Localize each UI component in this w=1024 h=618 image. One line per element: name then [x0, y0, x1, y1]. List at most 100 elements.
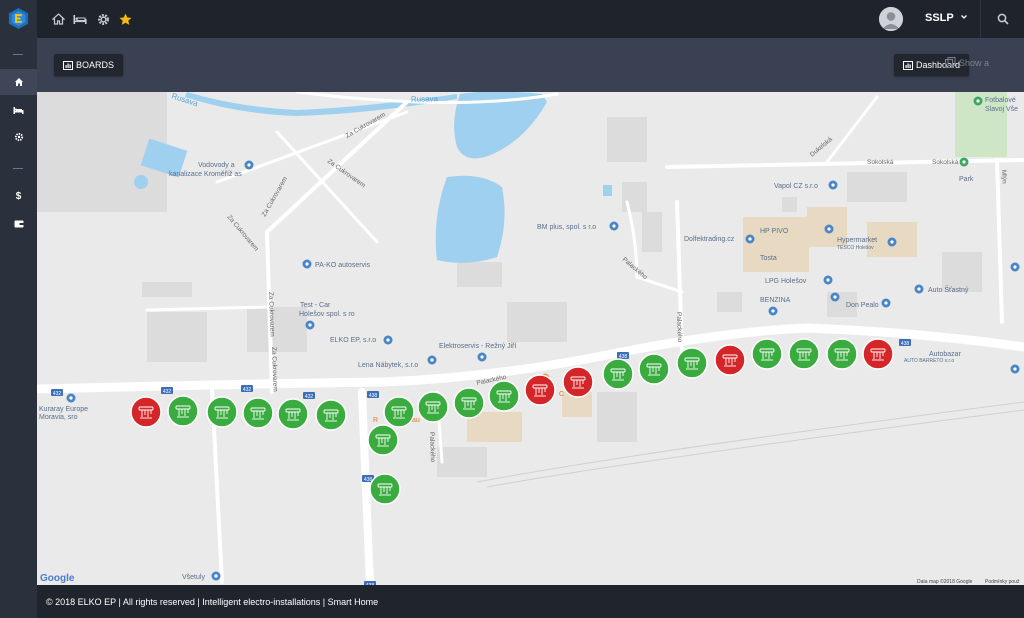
map-label-hypermarket: Hypermarket	[837, 237, 877, 244]
board-marker-fault[interactable]	[130, 396, 162, 428]
bed-icon	[73, 14, 87, 24]
road-shield: 438	[899, 339, 911, 347]
board-marker-ok[interactable]	[277, 398, 309, 430]
board-marker-ok[interactable]	[638, 353, 670, 385]
top-bar: SSLP	[37, 0, 1024, 38]
top-home-button[interactable]	[50, 11, 66, 27]
board-marker-ok[interactable]	[206, 396, 238, 428]
map-pin-icon	[830, 292, 840, 302]
map-label-palackeho4: Palackého	[428, 432, 436, 463]
board-marker-ok[interactable]	[315, 399, 347, 431]
map-label-tesco: TESCO Holešov	[837, 245, 874, 251]
map-label-lpg: LPG Holešov	[765, 278, 807, 285]
map-pin-icon	[824, 224, 834, 234]
dollar-icon: $	[15, 190, 22, 202]
board-marker-fault[interactable]	[562, 366, 594, 398]
top-rooms-button[interactable]	[72, 11, 88, 27]
map-label-google: Google	[40, 573, 75, 584]
map-label-za_cukrovarem4: Za Cukrovarem	[261, 176, 289, 218]
map-pin-icon	[1010, 262, 1020, 272]
board-marker-ok[interactable]	[367, 424, 399, 456]
show-all-toggle[interactable]: Show a	[945, 57, 989, 68]
map-label-sokolska: Sokolská	[867, 159, 894, 166]
top-settings-button[interactable]	[95, 11, 111, 27]
map-pin-icon	[914, 284, 924, 294]
board-marker-ok[interactable]	[488, 380, 520, 412]
map-label-vodovody1: Vodovody a	[198, 162, 235, 169]
map-label-za_cukrovarem3: Za Cukrovarem	[225, 214, 259, 253]
star-icon	[119, 13, 131, 25]
sidebar: $	[0, 0, 37, 618]
avatar[interactable]	[879, 7, 903, 31]
map-pin-icon	[427, 355, 437, 365]
user-name[interactable]: SSLP	[925, 12, 954, 24]
board-marker-ok[interactable]	[242, 397, 274, 429]
sidebar-item-home[interactable]	[0, 69, 37, 95]
map-pin-icon	[887, 237, 897, 247]
footer-text: © 2018 ELKO EP | All rights reserved | I…	[46, 596, 379, 607]
map-pin-icon	[302, 259, 312, 269]
app-logo[interactable]	[7, 7, 30, 30]
map-label-pako: PA-KO autoservis	[315, 262, 371, 269]
board-marker-ok[interactable]	[369, 473, 401, 505]
board-marker-ok[interactable]	[751, 338, 783, 370]
board-marker-ok[interactable]	[788, 338, 820, 370]
gear-icon	[14, 132, 23, 142]
search-icon	[997, 13, 1009, 25]
top-favorites-button[interactable]	[117, 11, 133, 27]
map-label-auto_barreto: AUTO BARRETO s.r.o	[904, 358, 954, 364]
board-marker-ok[interactable]	[676, 347, 708, 379]
map-label-benzina: BENZINA	[760, 297, 791, 304]
gear-icon	[97, 13, 109, 25]
board-marker-fault[interactable]	[714, 344, 746, 376]
board-marker-ok[interactable]	[453, 387, 485, 419]
map-label-kuraray2: Moravia, sro	[39, 414, 78, 421]
board-marker-ok[interactable]	[383, 396, 415, 428]
map-pin-icon	[1010, 364, 1020, 374]
toolbar	[37, 38, 1024, 92]
map-label-hp_pivo: HP PIVO	[760, 228, 789, 235]
sidebar-item-rooms[interactable]	[0, 97, 37, 123]
map-pin-icon	[244, 160, 254, 170]
map-label-lena: Lena Nábytek, s.r.o	[358, 362, 418, 369]
road-shield: 432	[51, 389, 63, 397]
road-shield: 438	[367, 391, 379, 399]
home-icon	[51, 13, 65, 25]
board-marker-fault[interactable]	[524, 374, 556, 406]
map-label-fotbalove: Fotbalové	[985, 97, 1016, 104]
map-label-kuraray1: Kuraray Europe	[39, 406, 88, 413]
wallet-icon	[14, 220, 23, 228]
board-marker-ok[interactable]	[417, 391, 449, 423]
map-pin-icon	[828, 180, 838, 190]
map-label-park: Park	[959, 176, 974, 183]
board-marker-ok[interactable]	[602, 358, 634, 390]
boards-button[interactable]: BOARDS	[54, 54, 124, 76]
bar-chart-icon	[63, 60, 73, 70]
sidebar-divider	[13, 54, 23, 55]
svg-text:432: 432	[305, 394, 314, 400]
map-label-testcar1: Test - Car	[300, 302, 331, 309]
board-marker-fault[interactable]	[862, 338, 894, 370]
map-label-r_cafe: R	[373, 417, 378, 424]
map-view[interactable]: Rusava Rusava Za Cukrovarem Za Cukrovarem Za…	[37, 92, 1024, 585]
map-label-elko: ELKO EP, s.r.o	[330, 337, 376, 344]
chevron-down-icon[interactable]	[960, 13, 968, 21]
bed-icon	[13, 106, 24, 114]
map-label-dukelska: Dukelská	[809, 136, 834, 159]
sidebar-item-billing[interactable]: $	[0, 183, 37, 209]
boards-button-label: BOARDS	[76, 60, 115, 70]
map-label-auto_stastny: Auto Šťastný	[928, 285, 969, 294]
board-marker-ok[interactable]	[167, 395, 199, 427]
search-button[interactable]	[980, 0, 1024, 38]
sidebar-item-wallet[interactable]	[0, 211, 37, 237]
map-label-autobazar: Autobazar	[929, 351, 962, 358]
map-canvas[interactable]: Rusava RusavaZa CukrovaremZa CukrovaremZa…	[37, 92, 1024, 585]
map-label-vsetuly: Všetuly	[182, 574, 205, 581]
user-avatar-icon	[879, 7, 903, 31]
map-label-don_pealo: Don Pealo	[846, 302, 879, 309]
map-label-cafe2: C	[559, 391, 564, 398]
map-label-elektroservis: Elektroservis - Režný Jiří	[439, 343, 516, 350]
sidebar-item-settings[interactable]	[0, 124, 37, 150]
board-marker-ok[interactable]	[826, 338, 858, 370]
map-label-testcar2: Holešov spol. s ro	[299, 311, 355, 318]
